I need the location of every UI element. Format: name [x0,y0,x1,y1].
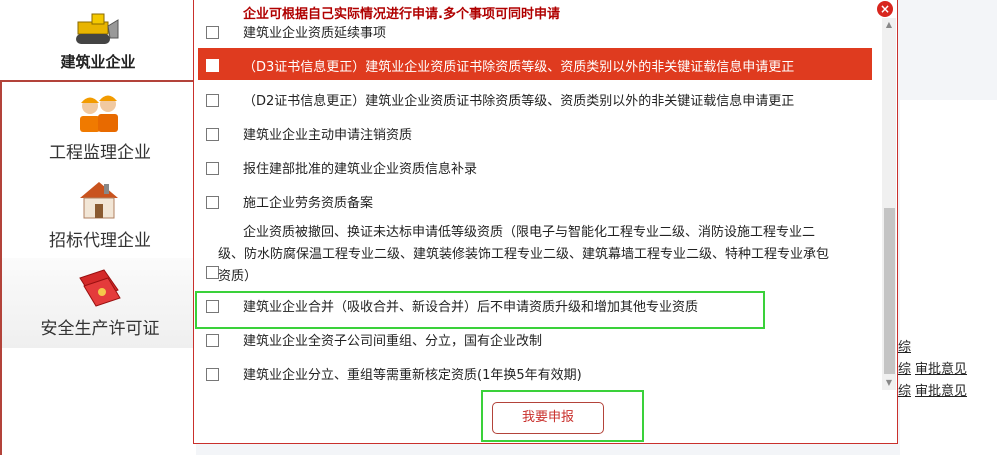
option-checkbox[interactable] [206,368,219,381]
option-checkbox[interactable] [206,59,219,72]
option-label: 报住建部批准的建筑业企业资质信息补录 [243,162,478,177]
approval-opinion-link[interactable]: 审批意见 [915,358,967,377]
option-row[interactable]: 建筑业企业主动申请注销资质 [198,122,872,146]
option-checkbox[interactable] [206,162,219,175]
option-label: 施工企业劳务资质备案 [243,196,374,211]
option-row-highlighted[interactable]: （D3证书信息更正）建筑业企业资质证书除资质等级、资质类别以外的非关键证载信息申… [198,48,872,80]
sidebar-item-label: 安全生产许可证 [40,319,160,339]
background-text: 综 [898,340,912,355]
option-row[interactable]: 建筑业企业全资子公司间重组、分立，国有企业改制 [198,328,872,352]
option-row[interactable]: 建筑业企业分立、重组等需重新核定资质(1年换5年有效期) [198,362,872,386]
sidebar-item-label: 招标代理企业 [49,231,151,251]
sidebar-item-safety-license[interactable]: 安全生产许可证 [0,258,198,349]
house-icon [80,182,118,219]
bulldozer-icon [76,13,119,44]
sidebar: 建筑业企业 工程监理企业 招标代理企业 安全生产许可证 [0,0,198,455]
certificate-icon [79,269,121,307]
approval-opinion-link[interactable]: 审批意见 [915,380,967,399]
sidebar-item-bidding[interactable]: 招标代理企业 [0,170,198,258]
option-row[interactable]: 企业资质被撤回、换证未达标申请低等级资质（限电子与智能化工程专业二级、消防设施工… [198,222,872,288]
scroll-down-icon[interactable]: ▼ [882,376,896,390]
option-label: 建筑业企业分立、重组等需重新核定资质(1年换5年有效期) [243,368,582,383]
option-checkbox[interactable] [206,334,219,347]
option-row[interactable]: （D2证书信息更正）建筑业企业资质证书除资质等级、资质类别以外的非关键证载信息申… [198,88,872,112]
option-label: （D2证书信息更正）建筑业企业资质证书除资质等级、资质类别以外的非关键证载信息申… [243,94,795,109]
option-row[interactable]: 报住建部批准的建筑业企业资质信息补录 [198,156,872,180]
option-label: 建筑业企业主动申请注销资质 [243,128,413,143]
option-label: （D3证书信息更正）建筑业企业资质证书除资质等级、资质类别以外的非关键证载信息申… [243,60,795,75]
option-row[interactable]: 施工企业劳务资质备案 [198,190,872,214]
option-label: 建筑业企业全资子公司间重组、分立，国有企业改制 [243,334,543,349]
background-text: 综 [898,362,912,377]
sidebar-item-label: 建筑业企业 [60,53,136,71]
option-checkbox[interactable] [206,128,219,141]
sidebar-item-construction[interactable]: 建筑业企业 [0,0,196,81]
workers-icon [80,95,118,132]
background-panel [900,0,997,100]
option-row[interactable]: 建筑业企业资质延续事项 [198,20,872,44]
sidebar-item-label: 工程监理企业 [49,143,151,163]
option-label: 建筑业企业资质延续事项 [243,26,387,41]
background-text: 综 [898,384,912,399]
option-checkbox[interactable] [206,94,219,107]
scroll-up-icon[interactable]: ▲ [882,18,896,32]
option-checkbox[interactable] [206,196,219,209]
option-label: 企业资质被撤回、换证未达标申请低等级资质（限电子与智能化工程专业二级、消防设施工… [218,225,830,284]
scrollbar-thumb[interactable] [884,208,895,374]
close-icon[interactable]: × [877,1,893,17]
sidebar-item-supervision[interactable]: 工程监理企业 [0,80,198,172]
submit-button[interactable]: 我要申报 [492,402,604,434]
sidebar-empty-area [0,348,196,455]
annotation-outline [195,291,765,329]
option-checkbox[interactable] [206,26,219,39]
